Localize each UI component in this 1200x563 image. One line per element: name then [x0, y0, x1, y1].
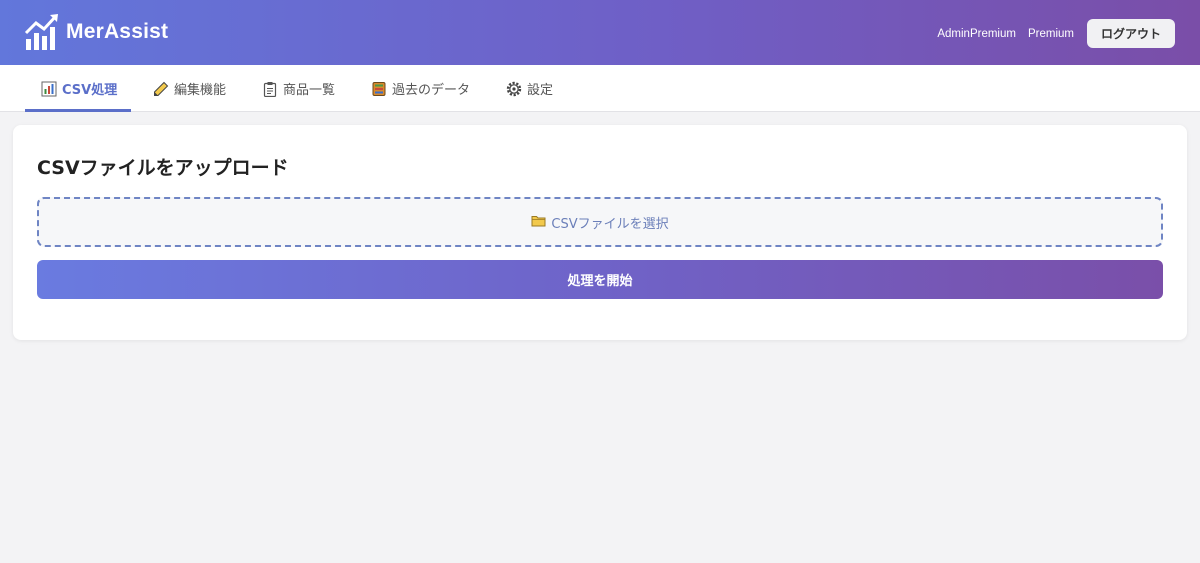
upload-card: CSVファイルをアップロード CSVファイルを選択 処理を開始 [13, 125, 1187, 340]
app-header: MerAssist AdminPremium Premium ログアウト [0, 0, 1200, 65]
brand-name: MerAssist [66, 20, 169, 43]
tab-product-list[interactable]: 商品一覧 [262, 65, 335, 112]
tab-csv-processing[interactable]: CSV処理 [41, 65, 117, 112]
chart-bars-logo-icon [24, 13, 60, 51]
tab-settings[interactable]: 設定 [506, 65, 553, 112]
csv-file-select[interactable]: CSVファイルを選択 [37, 197, 1163, 247]
tab-label: 設定 [527, 83, 554, 98]
clipboard-icon [262, 81, 278, 97]
ledger-icon [371, 81, 387, 97]
tab-label: 編集機能 [174, 83, 227, 98]
tab-label: 過去のデータ [392, 83, 471, 98]
tab-label: CSV処理 [62, 83, 118, 98]
logout-button[interactable]: ログアウト [1086, 19, 1175, 48]
file-select-label: CSVファイルを選択 [551, 216, 669, 232]
plan-label: Premium [1027, 27, 1074, 40]
tab-label: 商品一覧 [283, 83, 336, 98]
start-processing-button[interactable]: 処理を開始 [37, 260, 1163, 299]
folder-icon [531, 214, 546, 231]
brand[interactable]: MerAssist [24, 13, 168, 51]
active-tab-indicator [25, 109, 131, 112]
tab-edit[interactable]: 編集機能 [153, 65, 226, 112]
pencil-icon [153, 81, 169, 97]
user-area: AdminPremium Premium ログアウト [937, 19, 1175, 48]
tab-past-data[interactable]: 過去のデータ [371, 65, 470, 112]
bar-chart-icon [41, 81, 57, 97]
user-name: AdminPremium [937, 27, 1016, 40]
upload-title: CSVファイルをアップロード [37, 157, 289, 179]
tab-bar: CSV処理 編集機能 商品一覧 過去のデータ 設定 [0, 65, 1200, 112]
gear-icon [506, 81, 522, 97]
